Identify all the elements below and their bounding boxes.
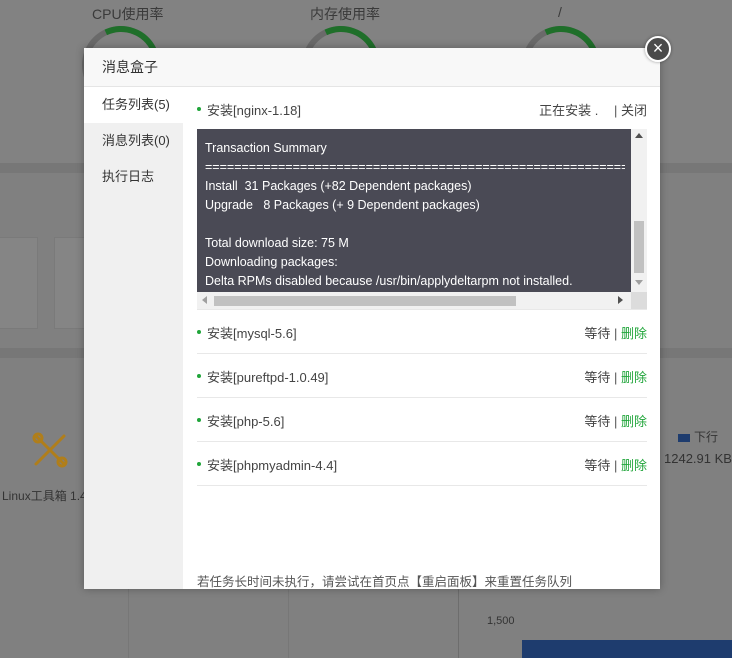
- action-separator: |: [613, 103, 618, 118]
- task-name: 安装[nginx-1.18]: [207, 103, 301, 118]
- close-icon: ×: [652, 38, 664, 58]
- bullet-icon: [197, 462, 201, 466]
- legend-swatch: [678, 433, 690, 442]
- current-task-row: 安装[nginx-1.18] 正在安装 . | 关闭: [197, 87, 647, 129]
- chart-area: [522, 640, 732, 658]
- scroll-thumb[interactable]: [214, 296, 516, 306]
- task-name: 安装[php-5.6]: [207, 414, 285, 429]
- horizontal-scrollbar[interactable]: [197, 292, 631, 309]
- scroll-down-icon[interactable]: [635, 280, 643, 285]
- legend-label: 下行: [694, 430, 719, 444]
- task-actions: 等待 | 删除: [584, 323, 647, 342]
- delete-task-button[interactable]: 删除: [621, 414, 647, 429]
- delete-task-button[interactable]: 删除: [621, 326, 647, 341]
- task-status: 等待: [584, 414, 611, 429]
- chart-axis-tick: 1,500: [487, 615, 515, 627]
- task-actions: 等待 | 删除: [584, 411, 647, 430]
- scrollbar-corner: [631, 292, 647, 309]
- queued-task-row: 安装[php-5.6] 等待 | 删除: [197, 398, 647, 442]
- delete-task-button[interactable]: 删除: [621, 370, 647, 385]
- toolbox-label: Linux工具箱 1.4: [2, 489, 87, 503]
- task-actions: 等待 | 删除: [584, 455, 647, 474]
- action-separator: |: [613, 370, 618, 385]
- close-modal-button[interactable]: ×: [645, 36, 671, 62]
- sidebar-item-label: 消息列表(0): [102, 133, 170, 148]
- task-status: 等待: [584, 370, 611, 385]
- scroll-thumb[interactable]: [634, 221, 644, 273]
- bullet-icon: [197, 374, 201, 378]
- close-task-button[interactable]: 关闭: [621, 103, 647, 118]
- bullet-icon: [197, 418, 201, 422]
- toolbox-icon[interactable]: [30, 430, 70, 470]
- modal-sidebar: 任务列表(5) 消息列表(0) 执行日志: [84, 87, 183, 589]
- scroll-right-icon[interactable]: [618, 296, 623, 304]
- task-list-panel: 安装[nginx-1.18] 正在安装 . | 关闭 Transaction S…: [183, 87, 660, 589]
- bullet-icon: [197, 107, 201, 111]
- task-status: 等待: [584, 326, 611, 341]
- queued-task-row: 安装[mysql-5.6] 等待 | 删除: [197, 310, 647, 354]
- sidebar-item-label: 任务列表(5): [102, 97, 170, 112]
- action-separator: |: [613, 326, 618, 341]
- task-actions: 正在安装 . | 关闭: [539, 100, 647, 119]
- task-actions: 等待 | 删除: [584, 367, 647, 386]
- scroll-left-icon[interactable]: [202, 296, 207, 304]
- bullet-icon: [197, 330, 201, 334]
- task-status: 正在安装 .: [539, 103, 599, 118]
- sidebar-item-task-list[interactable]: 任务列表(5): [84, 87, 183, 123]
- disk-gauge-label: /: [558, 4, 562, 20]
- install-log-terminal[interactable]: Transaction Summary ====================…: [197, 129, 647, 309]
- task-name: 安装[mysql-5.6]: [207, 326, 297, 341]
- action-separator: |: [613, 458, 618, 473]
- vertical-scrollbar[interactable]: [631, 129, 647, 292]
- overview-tile[interactable]: [0, 237, 38, 329]
- queued-task-row: 安装[pureftpd-1.0.49] 等待 | 删除: [197, 354, 647, 398]
- task-queue-tip: 若任务长时间未执行，请尝试在首页点【重启面板】来重置任务队列: [197, 575, 573, 589]
- scroll-up-icon[interactable]: [635, 133, 643, 138]
- sidebar-item-execution-log[interactable]: 执行日志: [84, 159, 183, 195]
- download-legend: 下行: [678, 428, 718, 445]
- sidebar-item-label: 执行日志: [102, 169, 155, 184]
- modal-header: 消息盒子: [84, 48, 660, 87]
- message-box-modal: 消息盒子 任务列表(5) 消息列表(0) 执行日志 安装[nginx-1.18]…: [84, 48, 660, 589]
- queued-task-row: 安装[phpmyadmin-4.4] 等待 | 删除: [197, 442, 647, 486]
- memory-gauge-label: 内存使用率: [310, 6, 380, 22]
- modal-title: 消息盒子: [102, 59, 158, 75]
- delete-task-button[interactable]: 删除: [621, 458, 647, 473]
- task-name: 安装[pureftpd-1.0.49]: [207, 370, 329, 385]
- action-separator: |: [613, 414, 618, 429]
- download-value: 1242.91 KB: [664, 451, 732, 466]
- task-status: 等待: [584, 458, 611, 473]
- task-name: 安装[phpmyadmin-4.4]: [207, 458, 338, 473]
- cpu-gauge-label: CPU使用率: [92, 6, 164, 22]
- terminal-output: Transaction Summary ====================…: [205, 141, 625, 288]
- sidebar-item-message-list[interactable]: 消息列表(0): [84, 123, 183, 159]
